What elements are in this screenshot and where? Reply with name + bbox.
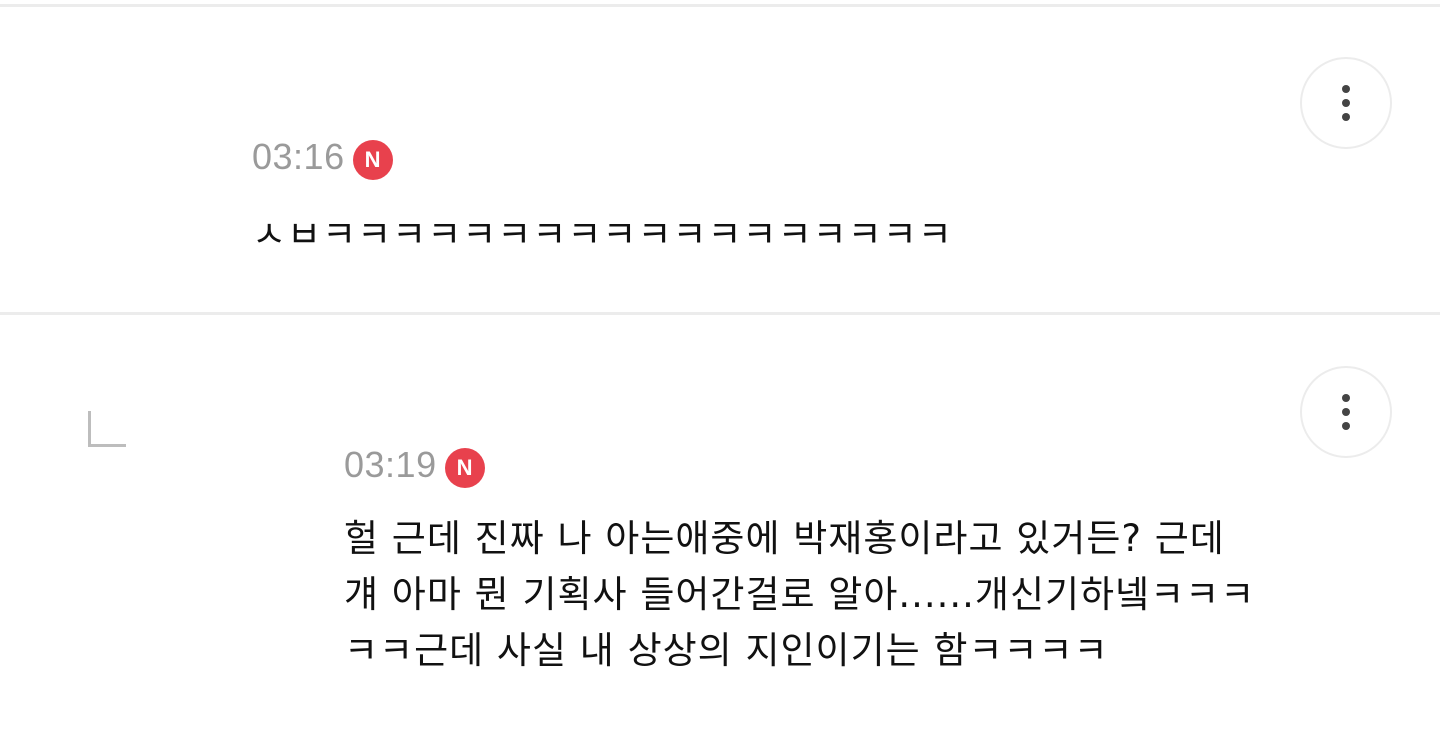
- new-badge: N: [444, 448, 485, 488]
- more-vertical-icon: [1342, 394, 1350, 402]
- divider-between-comments: [0, 312, 1440, 315]
- reply-arrow-icon: [88, 411, 126, 447]
- comment-timestamp: 03:19: [344, 444, 437, 485]
- divider-top: [0, 4, 1440, 7]
- more-vertical-icon-dot: [1342, 422, 1350, 430]
- comment-meta: 03:16 N: [252, 134, 393, 180]
- more-options-button[interactable]: [1300, 57, 1392, 149]
- comment-text: 헐 근데 진짜 나 아는애중에 박재홍이라고 있거든? 근데 걔 아마 뭔 기획…: [344, 511, 1354, 679]
- comment-item: 03:16 N ㅅㅂㅋㅋㅋㅋㅋㅋㅋㅋㅋㅋㅋㅋㅋㅋㅋㅋㅋㅋ: [0, 10, 1440, 310]
- comment-text-line: 헐 근데 진짜 나 아는애중에 박재홍이라고 있거든? 근데: [344, 517, 1225, 560]
- comment-text-line: ㅋㅋ근데 사실 내 상상의 지인이기는 함ㅋㅋㅋㅋ: [344, 629, 1109, 672]
- new-badge: N: [352, 140, 393, 180]
- comment-timestamp: 03:16: [252, 136, 345, 177]
- comment-meta: 03:19 N: [344, 442, 485, 488]
- comment-text-line: ㅅㅂㅋㅋㅋㅋㅋㅋㅋㅋㅋㅋㅋㅋㅋㅋㅋㅋㅋㅋ: [252, 213, 953, 256]
- reply-comment-item: 03:19 N 헐 근데 진짜 나 아는애중에 박재홍이라고 있거든? 근데 걔…: [0, 318, 1440, 730]
- more-vertical-icon-dot: [1342, 99, 1350, 107]
- more-vertical-icon-dot: [1342, 408, 1350, 416]
- comment-text: ㅅㅂㅋㅋㅋㅋㅋㅋㅋㅋㅋㅋㅋㅋㅋㅋㅋㅋㅋㅋ: [252, 207, 953, 263]
- more-vertical-icon: [1342, 85, 1350, 93]
- comment-text-line: 걔 아마 뭔 기획사 들어간걸로 알아......개신기하넼ㅋㅋㅋ: [344, 573, 1256, 616]
- more-vertical-icon-dot: [1342, 113, 1350, 121]
- more-options-button[interactable]: [1300, 366, 1392, 458]
